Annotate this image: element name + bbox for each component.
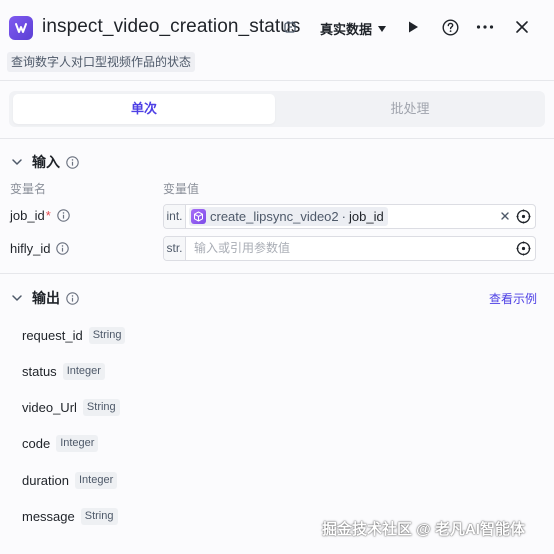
- close-button[interactable]: [513, 18, 531, 36]
- help-icon: [441, 18, 459, 36]
- plugin-badge-icon: [283, 20, 297, 34]
- output-type-badge: Integer: [62, 363, 105, 380]
- column-label-name: 变量名: [10, 182, 47, 196]
- info-icon[interactable]: [66, 291, 79, 305]
- output-field-row: code Integer: [22, 435, 99, 452]
- ref-node-name: create_lipsync_video2: [210, 209, 339, 224]
- var-name-label: hifly_id: [10, 241, 51, 256]
- tab-batch[interactable]: 批处理: [279, 94, 541, 124]
- input-var-hifly-id: hifly_id: [10, 241, 70, 256]
- job-id-value-field[interactable]: int. create_lipsync_video2 · job_id: [163, 204, 536, 229]
- output-field-name: message: [22, 509, 75, 524]
- output-section-title: 输出: [32, 290, 60, 306]
- more-icon: [476, 25, 494, 29]
- output-field-row: request_id String: [22, 327, 126, 344]
- input-var-job-id: job_id *: [10, 208, 70, 223]
- info-icon[interactable]: [56, 242, 70, 255]
- chevron-down-icon: [378, 25, 387, 32]
- node-description: 查询数字人对口型视频作品的状态: [7, 52, 196, 72]
- play-icon: [409, 21, 418, 33]
- output-type-badge: Integer: [74, 472, 118, 489]
- tab-single[interactable]: 单次: [13, 94, 275, 124]
- output-field-row: duration Integer: [22, 472, 118, 489]
- column-label-value: 变量值: [163, 182, 200, 196]
- required-marker: *: [45, 208, 51, 223]
- divider: [0, 273, 554, 274]
- output-field-row: status Integer: [22, 363, 105, 380]
- view-example-link[interactable]: 查看示例: [489, 290, 537, 307]
- output-field-name: request_id: [22, 328, 83, 343]
- output-field-row: video_Url String: [22, 399, 120, 416]
- chevron-down-icon: [12, 295, 22, 301]
- output-type-badge: String: [88, 327, 126, 344]
- input-section-header[interactable]: 输入: [10, 152, 79, 172]
- output-type-badge: String: [80, 508, 118, 525]
- node-cube-icon: [191, 209, 206, 224]
- divider: [0, 138, 554, 139]
- divider: [0, 80, 554, 81]
- data-mode-label: 真实数据: [320, 22, 373, 37]
- value-input-placeholder[interactable]: 输入或引用参数值: [194, 237, 290, 260]
- variable-reference-chip[interactable]: create_lipsync_video2 · job_id: [189, 207, 388, 226]
- output-field-name: duration: [22, 473, 69, 488]
- chevron-down-icon: [12, 159, 22, 165]
- node-panel: inspect_video_creation_status 真实数据 查询数字人…: [0, 0, 554, 554]
- output-field-name: video_Url: [22, 400, 77, 415]
- hifly-id-value-field[interactable]: str. 输入或引用参数值: [163, 236, 536, 261]
- output-field-row: message String: [22, 508, 118, 525]
- help-button[interactable]: [441, 18, 459, 36]
- close-icon: [516, 21, 528, 33]
- var-name-label: job_id: [10, 208, 45, 223]
- output-type-badge: String: [82, 399, 120, 416]
- info-icon[interactable]: [57, 209, 70, 222]
- more-button[interactable]: [476, 18, 494, 36]
- ref-separator: ·: [341, 209, 346, 224]
- run-button[interactable]: [404, 18, 422, 36]
- panel-header: inspect_video_creation_status 真实数据: [0, 0, 554, 56]
- info-icon[interactable]: [66, 155, 79, 169]
- watermark-text: 掘金技术社区 @ 老凡AI智能体: [322, 521, 525, 538]
- input-section-title: 输入: [32, 154, 60, 170]
- output-section-header[interactable]: 输出: [10, 288, 79, 308]
- output-type-badge: Integer: [56, 435, 99, 452]
- type-tag[interactable]: int.: [164, 205, 186, 228]
- data-mode-dropdown[interactable]: 真实数据: [320, 19, 387, 38]
- reference-target-icon[interactable]: [516, 209, 531, 224]
- node-title[interactable]: inspect_video_creation_status: [42, 16, 301, 38]
- plugin-logo-icon: [9, 16, 33, 40]
- output-field-name: code: [22, 436, 51, 451]
- output-field-name: status: [22, 364, 57, 379]
- run-mode-tabs: 单次 批处理: [9, 91, 545, 127]
- clear-icon[interactable]: [499, 210, 511, 222]
- ref-var-name: job_id: [348, 209, 384, 224]
- type-tag[interactable]: str.: [164, 237, 186, 260]
- reference-target-icon[interactable]: [516, 241, 531, 256]
